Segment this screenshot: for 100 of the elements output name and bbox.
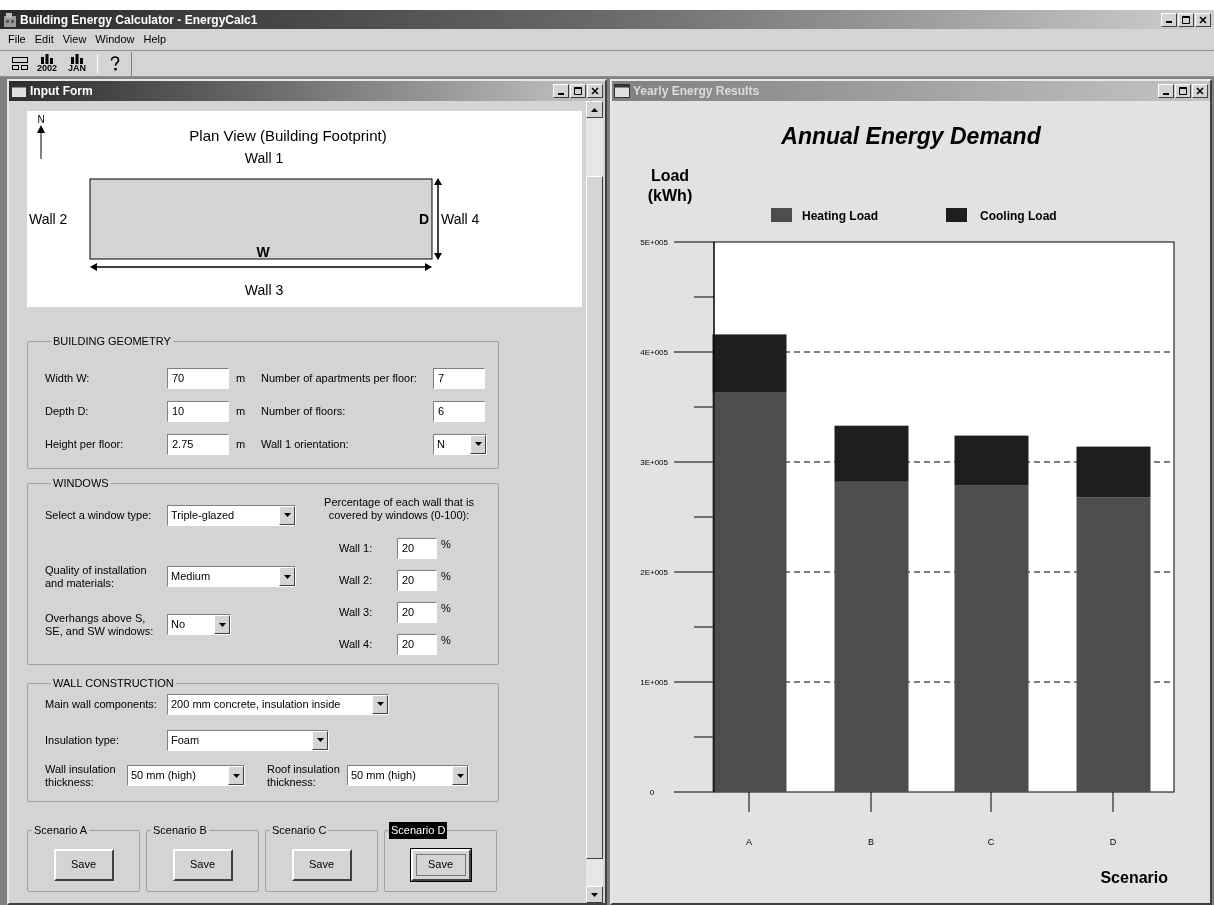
unit-label: %	[440, 536, 451, 552]
dropdown-button[interactable]	[372, 694, 388, 714]
minimize-icon	[1163, 92, 1169, 95]
option-dropdown[interactable]: 50 mm (high)	[127, 765, 245, 786]
window-icon	[11, 84, 27, 98]
save-button[interactable]: Save	[291, 848, 352, 881]
percent-field[interactable]: 20	[397, 569, 437, 591]
menu-item[interactable]: Help	[139, 31, 171, 48]
percent-field[interactable]: 20	[397, 601, 437, 623]
maximize-icon	[1182, 15, 1190, 24]
menu-item[interactable]: Edit	[30, 31, 58, 48]
field-label: Roof insulation thickness:	[267, 762, 341, 789]
option-dropdown[interactable]: Foam	[167, 729, 329, 751]
unit-label: m	[235, 370, 247, 386]
dropdown-button[interactable]	[228, 766, 244, 785]
dropdown-button[interactable]	[214, 615, 230, 634]
close-button[interactable]	[1195, 12, 1211, 27]
minimize-icon	[1166, 21, 1172, 23]
maximize-button[interactable]	[570, 84, 586, 98]
layout-icon	[12, 57, 28, 70]
orientation-dropdown[interactable]: N	[433, 433, 487, 455]
menu-item[interactable]: File	[4, 31, 30, 48]
field-label: Select a window type:	[45, 508, 153, 522]
minimize-icon	[558, 92, 564, 95]
chart-period-button[interactable]: JAN	[64, 51, 90, 76]
save-button[interactable]: Save	[172, 848, 233, 881]
close-button[interactable]	[1192, 84, 1208, 98]
field-label: Number of apartments per floor:	[261, 370, 418, 386]
plan-view-drawing: N Plan View (Building Footprint) Wall 1 Wall 2 Wall 3 Wall 4 W D	[27, 111, 582, 307]
caret-icon	[376, 702, 384, 706]
field-label: Overhangs above S, SE, and SW windows:	[45, 611, 155, 638]
scenario-heading: Scenario A	[33, 823, 89, 838]
y-tick-label: 4E+005	[640, 348, 668, 357]
unit-label: %	[440, 568, 451, 584]
field-label: Insulation type:	[45, 732, 120, 748]
save-button[interactable]: Save	[53, 848, 114, 881]
x-tick-label: A	[746, 837, 752, 847]
dropdown-button[interactable]	[312, 730, 328, 750]
field-label: Height per floor:	[45, 436, 125, 452]
menu-item[interactable]: View	[58, 31, 91, 48]
x-axis-label: Scenario	[1100, 869, 1168, 886]
y-tick-label: 1E+005	[640, 678, 668, 687]
down-arrow-icon	[591, 892, 598, 897]
dropdown-button[interactable]	[452, 766, 468, 785]
scenario-heading: Scenario C	[271, 823, 328, 838]
field-label: Wall 4:	[339, 636, 374, 652]
x-tick-label: C	[987, 837, 995, 847]
close-button[interactable]	[587, 84, 603, 98]
percentage-instructions: Percentage of each wall that is covered by windows (0-100):	[324, 495, 474, 522]
minimize-button[interactable]	[1158, 84, 1174, 98]
maximize-button[interactable]	[1175, 84, 1191, 98]
caret-icon	[316, 738, 324, 742]
caret-icon	[474, 442, 482, 446]
field-label: Wall 1 orientation:	[261, 436, 350, 452]
app-title: Building Energy Calculator - EnergyCalc1	[20, 11, 259, 29]
option-dropdown[interactable]: Medium	[167, 566, 296, 587]
number-field[interactable]: 2.75	[167, 433, 229, 455]
field-label: Width W:	[45, 370, 91, 386]
bar-chart-icon	[40, 54, 54, 64]
close-icon	[1196, 87, 1204, 95]
group-heading: BUILDING GEOMETRY	[52, 334, 172, 349]
x-tick-label: B	[868, 837, 874, 847]
dropdown-button[interactable]	[279, 505, 295, 525]
window-title: Yearly Energy Results	[633, 83, 761, 100]
y-tick-label: 0	[649, 788, 655, 797]
unit-label: %	[440, 600, 451, 616]
option-dropdown[interactable]: Triple-glazed	[167, 504, 296, 526]
number-field[interactable]: 6	[433, 400, 485, 422]
maximize-button[interactable]	[1178, 12, 1194, 27]
caret-icon	[232, 773, 240, 778]
minimize-button[interactable]	[553, 84, 569, 98]
window-icon	[614, 84, 630, 98]
number-field[interactable]: 70	[167, 367, 229, 389]
maximize-icon	[574, 87, 582, 95]
option-dropdown[interactable]: No	[167, 614, 231, 635]
chart-period-button[interactable]: 2002	[34, 51, 60, 76]
percent-field[interactable]: 20	[397, 633, 437, 655]
y-axis-label: Load (kWh)	[647, 167, 693, 204]
caret-icon	[218, 622, 226, 627]
menu-item[interactable]: Window	[91, 31, 139, 48]
percent-field[interactable]: 20	[397, 537, 437, 559]
field-label: Wall 2:	[339, 572, 374, 588]
number-field[interactable]: 10	[167, 400, 229, 422]
legend-label: Cooling Load	[980, 209, 1057, 223]
y-tick-label: 5E+005	[640, 238, 668, 247]
dropdown-button[interactable]	[470, 434, 486, 454]
option-dropdown[interactable]: 50 mm (high)	[347, 765, 469, 786]
option-dropdown[interactable]: 200 mm concrete, insulation inside	[167, 693, 389, 715]
dropdown-button[interactable]	[279, 567, 295, 586]
number-field[interactable]: 7	[433, 367, 485, 389]
y-tick-label: 3E+005	[640, 458, 668, 467]
scenario-heading: Scenario D	[389, 822, 448, 839]
field-label: Quality of installation and materials:	[45, 563, 148, 590]
unit-label: %	[440, 632, 451, 648]
scenario-heading: Scenario B	[152, 823, 208, 838]
save-button[interactable]: Save	[410, 848, 471, 881]
unit-label: m	[235, 436, 247, 452]
legend-label: Heating Load	[802, 209, 878, 223]
group-heading: WALL CONSTRUCTION	[52, 676, 175, 691]
minimize-button[interactable]	[1161, 12, 1177, 27]
